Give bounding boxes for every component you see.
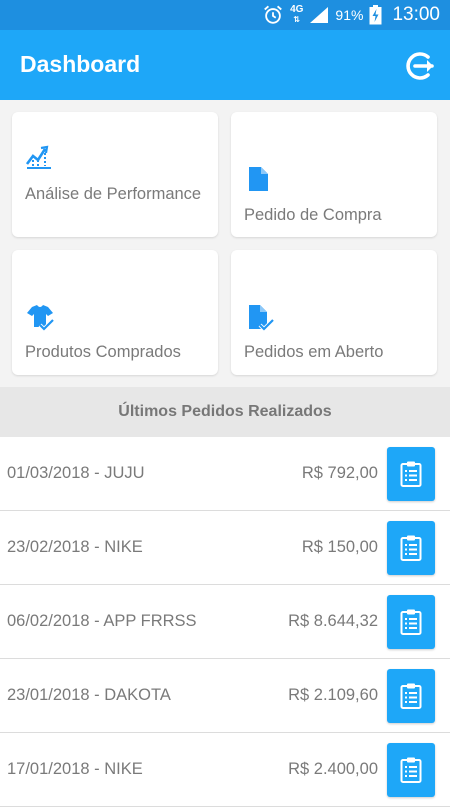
- menu-grid: Análise de Performance Pedido de Compra …: [0, 100, 450, 387]
- order-row[interactable]: 17/01/2018 - NIKE R$ 2.400,00: [0, 733, 450, 807]
- clock: 13:00: [392, 4, 440, 25]
- data-arrows-icon: ⇅: [293, 15, 301, 24]
- order-details-button[interactable]: [387, 669, 435, 723]
- card-open-orders[interactable]: Pedidos em Aberto: [231, 250, 437, 375]
- battery-percent: 91%: [335, 7, 364, 23]
- order-details-button[interactable]: [387, 743, 435, 797]
- recent-orders-header: Últimos Pedidos Realizados: [0, 387, 450, 437]
- order-row[interactable]: 06/02/2018 - APP FRRSS R$ 8.644,32: [0, 585, 450, 659]
- order-details-button[interactable]: [387, 521, 435, 575]
- order-value: R$ 2.400,00: [288, 760, 378, 778]
- page-title: Dashboard: [20, 51, 141, 77]
- order-value: R$ 792,00: [301, 464, 378, 482]
- card-purchased-products[interactable]: Produtos Comprados: [12, 250, 218, 375]
- card-label: Produtos Comprados: [25, 343, 181, 361]
- order-value: R$ 2.109,60: [288, 686, 378, 704]
- document-icon: [249, 167, 268, 191]
- network-type: 4G: [290, 4, 304, 15]
- recent-orders-list: 01/03/2018 - JUJU R$ 792,00 23/02/2018 -…: [0, 437, 450, 807]
- order-row[interactable]: 23/02/2018 - NIKE R$ 150,00: [0, 511, 450, 585]
- order-value: R$ 150,00: [301, 538, 378, 556]
- order-title: 23/02/2018 - NIKE: [7, 538, 143, 556]
- order-value: R$ 8.644,32: [288, 612, 378, 630]
- clipboard-icon: [400, 609, 422, 635]
- order-details-button[interactable]: [387, 447, 435, 501]
- logout-icon[interactable]: [402, 48, 438, 84]
- app-bar: Dashboard: [0, 30, 450, 100]
- shirt-check-icon: [27, 305, 55, 332]
- order-row[interactable]: 23/01/2018 - DAKOTA R$ 2.109,60: [0, 659, 450, 733]
- order-title: 17/01/2018 - NIKE: [7, 760, 143, 778]
- order-title: 23/01/2018 - DAKOTA: [7, 686, 171, 704]
- card-label: Pedido de Compra: [244, 206, 382, 224]
- document-check-icon: [249, 305, 275, 332]
- performance-chart-icon: [25, 145, 51, 169]
- clipboard-icon: [400, 683, 422, 709]
- order-title: 01/03/2018 - JUJU: [7, 464, 145, 482]
- card-performance[interactable]: Análise de Performance: [12, 112, 218, 237]
- alarm-icon: [264, 5, 282, 24]
- status-bar: 4G ⇅ 91% 13:00: [0, 0, 450, 30]
- order-details-button[interactable]: [387, 595, 435, 649]
- status-bar-icons: 4G ⇅ 91% 13:00: [262, 0, 440, 30]
- clipboard-icon: [400, 757, 422, 783]
- card-label: Pedidos em Aberto: [244, 343, 384, 361]
- card-label: Análise de Performance: [25, 185, 202, 203]
- order-title: 06/02/2018 - APP FRRSS: [7, 612, 197, 630]
- card-purchase-order[interactable]: Pedido de Compra: [231, 112, 437, 237]
- order-row[interactable]: 01/03/2018 - JUJU R$ 792,00: [0, 437, 450, 511]
- clipboard-icon: [400, 535, 422, 561]
- battery-charging-icon: [369, 5, 382, 25]
- signal-icon: [310, 7, 329, 23]
- clipboard-icon: [400, 461, 422, 487]
- network-indicator: 4G ⇅: [290, 5, 303, 25]
